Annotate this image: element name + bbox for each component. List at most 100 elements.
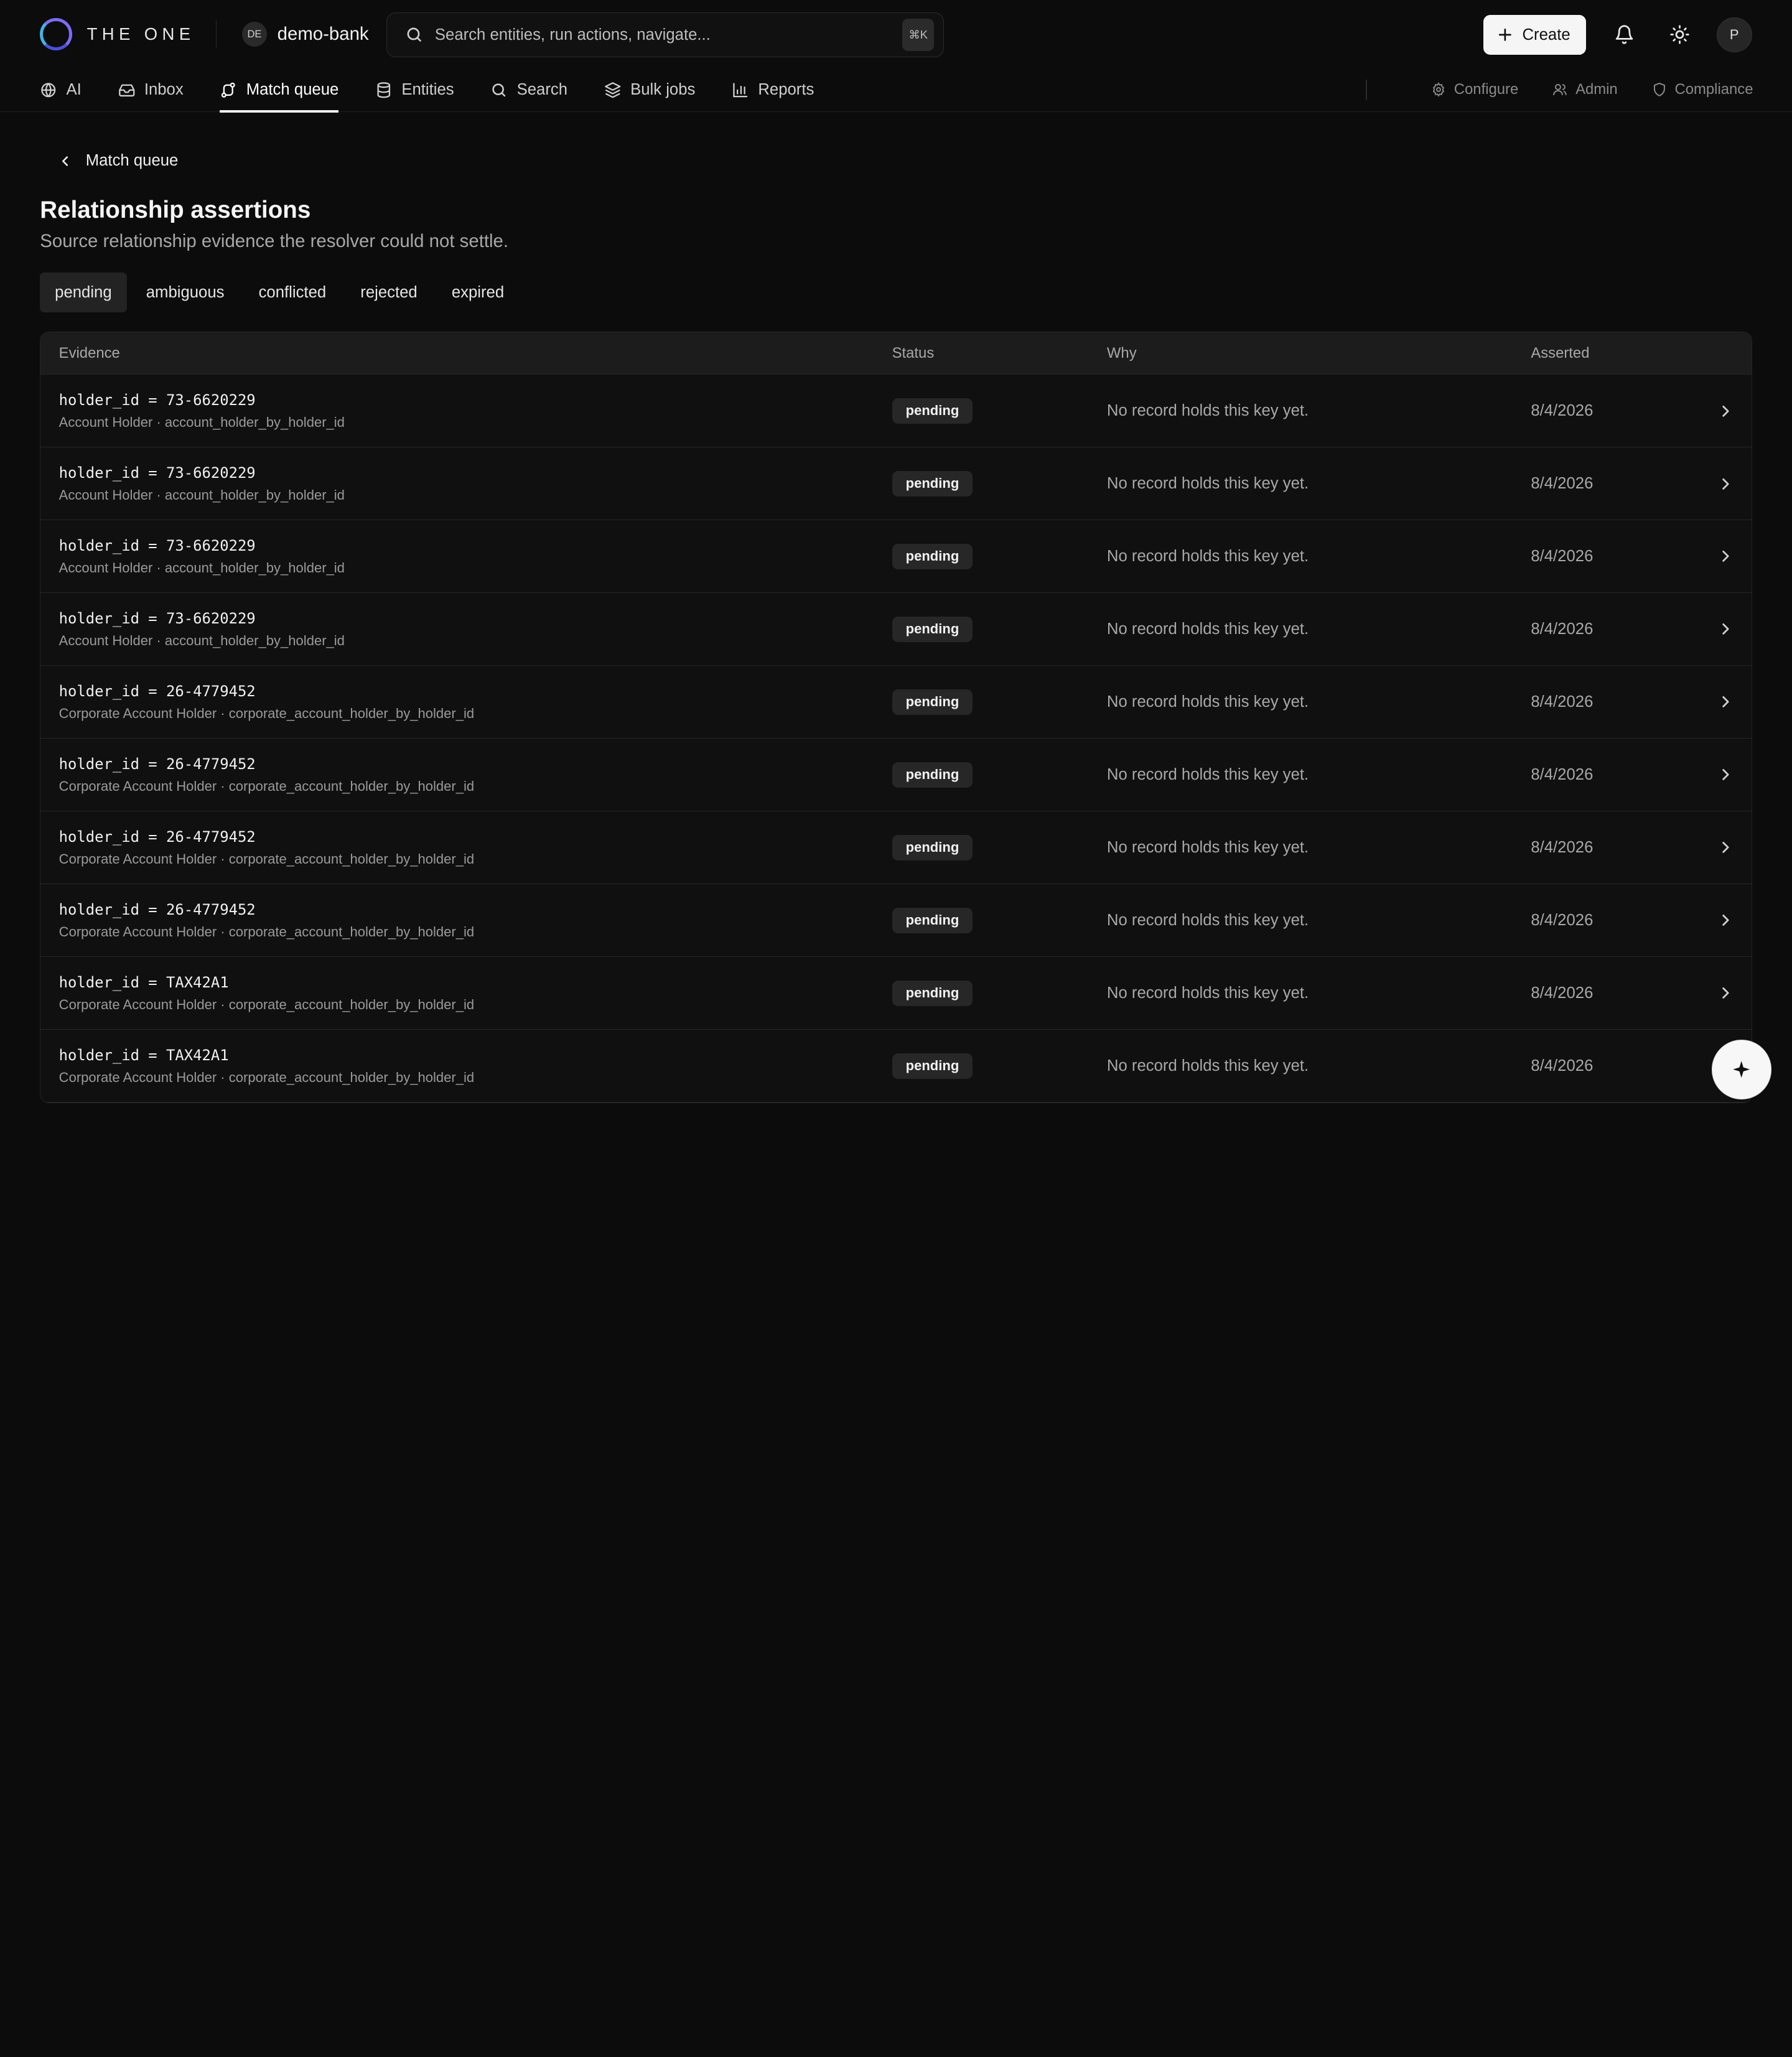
evidence-cell: holder_id = 73-6620229 Account Holder · a…	[40, 391, 892, 431]
row-open-button[interactable]	[1714, 767, 1751, 783]
page-subtitle: Source relationship evidence the resolve…	[40, 230, 509, 251]
tab-ambiguous[interactable]: ambiguous	[131, 273, 240, 312]
evidence-cell: holder_id = TAX42A1 Corporate Account Hol…	[40, 1047, 892, 1086]
status-cell: pending	[892, 980, 1107, 1006]
evidence-cell: holder_id = 26-4779452 Corporate Account …	[40, 901, 892, 940]
nav-item-label: AI	[66, 81, 82, 99]
status-badge: pending	[892, 543, 973, 569]
nav-item-configure[interactable]: Configure	[1431, 81, 1518, 98]
plus-icon	[1497, 27, 1513, 43]
row-open-button[interactable]	[1714, 694, 1751, 710]
table-row[interactable]: holder_id = TAX42A1 Corporate Account Hol…	[40, 957, 1752, 1030]
evidence-cell: holder_id = 26-4779452 Corporate Account …	[40, 828, 892, 867]
nav-item-inbox[interactable]: Inbox	[118, 68, 184, 111]
row-open-button[interactable]	[1714, 839, 1751, 856]
assistant-fab[interactable]	[1712, 1040, 1771, 1099]
user-avatar[interactable]: P	[1716, 17, 1752, 53]
tab-rejected[interactable]: rejected	[345, 273, 432, 312]
nav-item-label: Match queue	[246, 81, 339, 99]
why-cell: No record holds this key yet.	[1106, 547, 1309, 565]
theme-toggle-button[interactable]	[1662, 17, 1697, 53]
nav-item-bulk-jobs[interactable]: Bulk jobs	[604, 68, 696, 111]
row-open-button[interactable]	[1714, 912, 1751, 928]
table-row[interactable]: holder_id = 73-6620229 Account Holder · a…	[40, 447, 1752, 521]
status-badge: pending	[892, 907, 973, 933]
table-row[interactable]: holder_id = 26-4779452 Corporate Account …	[40, 811, 1752, 885]
top-bar: THE ONE DE demo-bank ⌘K Create	[0, 0, 1792, 68]
row-open-button[interactable]	[1714, 621, 1751, 637]
table-row[interactable]: holder_id = 73-6620229 Account Holder · a…	[40, 375, 1752, 448]
layers-icon	[604, 82, 622, 99]
main-nav: AI Inbox Match queue Entities Search Bul…	[0, 68, 1792, 113]
search-input[interactable]	[434, 26, 902, 44]
divider	[1366, 79, 1368, 100]
back-link-label: Match queue	[85, 152, 179, 170]
workspace-switcher[interactable]: DE demo-bank	[241, 21, 369, 47]
app-root: THE ONE DE demo-bank ⌘K Create	[0, 0, 1792, 1120]
evidence-source: Corporate Account Holder · corporate_acc…	[58, 851, 475, 867]
nav-item-admin[interactable]: Admin	[1552, 81, 1618, 98]
table-body: holder_id = 73-6620229 Account Holder · a…	[40, 375, 1752, 1103]
nav-item-compliance[interactable]: Compliance	[1652, 81, 1753, 98]
gear-icon	[1431, 82, 1446, 97]
nav-item-entities[interactable]: Entities	[375, 68, 454, 111]
chevron-right-icon	[1717, 767, 1734, 783]
column-header-evidence[interactable]: Evidence	[40, 345, 892, 362]
column-header-asserted[interactable]: Asserted	[1531, 345, 1714, 362]
back-link[interactable]: Match queue	[58, 151, 1752, 171]
evidence-cell: holder_id = 73-6620229 Account Holder · a…	[40, 464, 892, 503]
table-row[interactable]: holder_id = 73-6620229 Account Holder · a…	[40, 520, 1752, 594]
chevron-right-icon	[1717, 403, 1734, 419]
why-cell: No record holds this key yet.	[1106, 401, 1309, 419]
create-button[interactable]: Create	[1483, 14, 1587, 55]
table-row[interactable]: holder_id = 73-6620229 Account Holder · a…	[40, 593, 1752, 666]
evidence-cell: holder_id = TAX42A1 Corporate Account Hol…	[40, 974, 892, 1013]
column-header-why[interactable]: Why	[1107, 345, 1531, 362]
why-cell: No record holds this key yet.	[1106, 1056, 1309, 1075]
tab-conflicted[interactable]: conflicted	[244, 273, 341, 312]
evidence-source: Account Holder · account_holder_by_holde…	[58, 414, 345, 430]
table-row[interactable]: holder_id = 26-4779452 Corporate Account …	[40, 739, 1752, 812]
nav-item-search[interactable]: Search	[490, 68, 567, 111]
chevron-left-icon	[58, 154, 72, 168]
row-open-button[interactable]	[1714, 476, 1751, 492]
sun-icon	[1669, 24, 1690, 45]
status-cell: pending	[892, 1053, 1107, 1079]
column-header-status[interactable]: Status	[892, 345, 1107, 362]
status-cell: pending	[892, 689, 1107, 715]
global-search[interactable]: ⌘K	[386, 12, 945, 57]
status-tabs: pending ambiguous conflicted rejected ex…	[40, 272, 1752, 313]
evidence-key: holder_id = 26-4779452	[58, 682, 256, 700]
table-row[interactable]: holder_id = 26-4779452 Corporate Account …	[40, 666, 1752, 739]
row-open-button[interactable]	[1714, 985, 1751, 1001]
nav-item-label: Bulk jobs	[630, 81, 696, 99]
status-badge: pending	[892, 834, 973, 861]
evidence-key: holder_id = 73-6620229	[58, 391, 256, 409]
why-cell: No record holds this key yet.	[1106, 474, 1309, 492]
table-header: Evidence Status Why Asserted	[40, 332, 1752, 375]
table-row[interactable]: holder_id = 26-4779452 Corporate Account …	[40, 884, 1752, 958]
row-open-button[interactable]	[1714, 403, 1751, 419]
search-icon	[490, 82, 508, 99]
row-open-button[interactable]	[1714, 548, 1751, 564]
page-title: Relationship assertions	[40, 196, 311, 223]
shortcut-hint: ⌘K	[902, 19, 935, 51]
status-badge: pending	[892, 398, 973, 424]
nav-item-match-queue[interactable]: Match queue	[220, 68, 339, 113]
secondary-nav: Configure Admin Compliance	[1366, 68, 1753, 111]
nav-item-ai[interactable]: AI	[40, 68, 82, 111]
evidence-key: holder_id = TAX42A1	[58, 973, 229, 991]
why-cell: No record holds this key yet.	[1106, 984, 1309, 1002]
tab-pending[interactable]: pending	[40, 272, 127, 313]
shield-icon	[1652, 82, 1667, 97]
workspace-badge: DE	[241, 21, 268, 47]
status-cell: pending	[892, 834, 1107, 861]
evidence-key: holder_id = 73-6620229	[58, 464, 256, 482]
notifications-button[interactable]	[1607, 17, 1642, 53]
logo-icon[interactable]	[40, 18, 72, 50]
nav-item-reports[interactable]: Reports	[732, 68, 814, 111]
divider	[215, 21, 217, 49]
table-row[interactable]: holder_id = TAX42A1 Corporate Account Hol…	[40, 1030, 1752, 1103]
tab-expired[interactable]: expired	[437, 273, 519, 312]
evidence-source: Corporate Account Holder · corporate_acc…	[58, 778, 475, 794]
